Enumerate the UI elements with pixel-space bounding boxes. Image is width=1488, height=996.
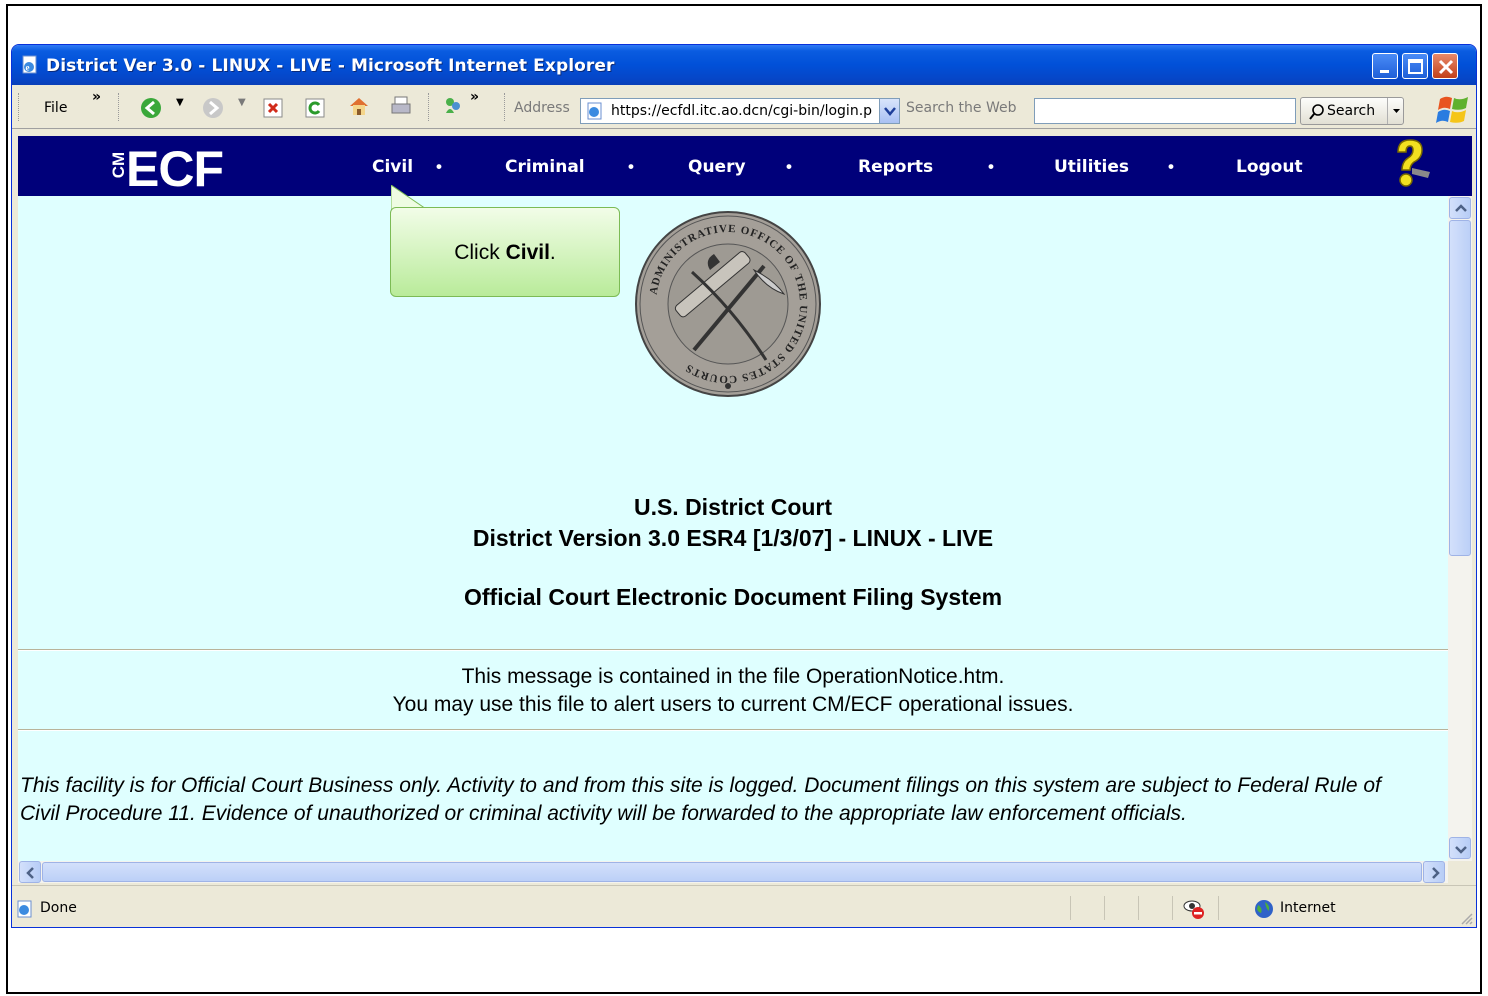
nav-query[interactable]: Query <box>688 157 746 177</box>
home-icon[interactable] <box>348 95 370 117</box>
help-question-icon[interactable] <box>1382 138 1438 192</box>
notice-line-2: You may use this file to alert users to … <box>392 693 1074 716</box>
address-label: Address <box>514 100 570 116</box>
ie-page-icon: e <box>22 55 37 74</box>
scroll-right-button[interactable] <box>1423 861 1445 883</box>
callout-suffix: . <box>549 241 556 264</box>
ao-seal-image: ADMINISTRATIVE OFFICE OF THE UNITED STAT… <box>635 211 821 397</box>
version-heading: District Version 3.0 ESR4 [1/3/07] - LIN… <box>472 525 994 551</box>
nav-civil[interactable]: Civil <box>372 157 413 177</box>
nav-separator: • <box>786 157 792 176</box>
back-icon[interactable] <box>140 97 162 119</box>
search-button[interactable]: Search <box>1300 97 1404 125</box>
page-icon <box>587 102 602 120</box>
print-icon[interactable] <box>390 95 412 117</box>
address-dropdown-button[interactable] <box>879 99 899 123</box>
popup-blocked-icon[interactable] <box>1182 898 1206 920</box>
page-content: ADMINISTRATIVE OFFICE OF THE UNITED STAT… <box>18 196 1448 861</box>
search-web-label: Search the Web <box>906 100 1017 116</box>
horizontal-scroll-thumb[interactable] <box>42 862 1422 882</box>
logo-ecf-text: ECF <box>126 141 224 197</box>
minimize-button[interactable] <box>1372 53 1398 79</box>
browser-window: e District Ver 3.0 - LINUX - LIVE - Micr… <box>11 44 1477 928</box>
toolbar-chevron[interactable]: » <box>470 89 479 105</box>
status-bar: Done Internet <box>12 885 1476 927</box>
resize-grip-icon[interactable] <box>1460 912 1474 926</box>
nav-separator: • <box>1168 157 1174 176</box>
scroll-up-button[interactable] <box>1449 197 1471 219</box>
refresh-icon[interactable] <box>304 97 326 119</box>
instruction-callout: Click Civil. <box>390 207 620 297</box>
callout-text: Click Civil. <box>391 241 619 265</box>
court-heading: U.S. District Court <box>633 494 833 520</box>
divider <box>18 729 1448 731</box>
forward-dropdown-icon[interactable]: ▼ <box>238 97 246 108</box>
ecf-nav-bar: CM ECF Civil • Criminal • Query • Report… <box>18 136 1472 197</box>
stop-icon[interactable] <box>262 97 284 119</box>
scroll-left-button[interactable] <box>19 861 41 883</box>
search-input[interactable] <box>1034 98 1296 124</box>
address-field[interactable]: https://ecfdl.itc.ao.dcn/cgi-bin/login.p… <box>580 98 900 124</box>
nav-reports[interactable]: Reports <box>858 157 933 177</box>
address-url[interactable]: https://ecfdl.itc.ao.dcn/cgi-bin/login.p… <box>611 103 873 119</box>
magnifier-icon <box>1309 104 1324 120</box>
system-heading: Official Court Electronic Document Filin… <box>463 584 1003 610</box>
menu-chevron[interactable]: » <box>92 89 101 105</box>
close-button[interactable] <box>1432 53 1458 79</box>
windows-logo-icon <box>1436 96 1468 123</box>
notice-line-1: This message is contained in the file Op… <box>461 665 1005 688</box>
scroll-corner <box>1448 861 1472 883</box>
callout-target: Civil <box>505 241 550 264</box>
search-button-label: Search <box>1327 103 1376 119</box>
search-dropdown-icon[interactable] <box>1387 98 1404 124</box>
file-menu[interactable]: File <box>44 100 67 116</box>
vertical-scrollbar[interactable] <box>1448 196 1472 861</box>
nav-logout[interactable]: Logout <box>1236 157 1303 177</box>
disclaimer-text: This facility is for Official Court Busi… <box>20 774 1381 825</box>
maximize-button[interactable] <box>1402 53 1428 79</box>
window-title: District Ver 3.0 - LINUX - LIVE - Micros… <box>46 56 615 76</box>
status-text: Done <box>40 900 77 916</box>
title-bar: e District Ver 3.0 - LINUX - LIVE - Micr… <box>12 45 1476 85</box>
nav-utilities[interactable]: Utilities <box>1054 157 1129 177</box>
scroll-down-button[interactable] <box>1449 837 1471 859</box>
page-done-icon <box>17 900 32 918</box>
back-dropdown-icon[interactable]: ▼ <box>176 97 184 108</box>
internet-zone-icon <box>1255 900 1273 918</box>
divider <box>18 649 1448 651</box>
messenger-icon[interactable] <box>442 95 464 117</box>
nav-separator: • <box>988 157 994 176</box>
nav-criminal[interactable]: Criminal <box>505 157 585 177</box>
nav-separator: • <box>436 157 442 176</box>
zone-text: Internet <box>1280 900 1336 916</box>
callout-prefix: Click <box>454 241 506 264</box>
nav-separator: • <box>628 157 634 176</box>
horizontal-scrollbar[interactable] <box>18 861 1448 883</box>
svg-text:e: e <box>26 63 30 73</box>
vertical-scroll-thumb[interactable] <box>1449 220 1471 556</box>
forward-icon[interactable] <box>202 97 224 119</box>
